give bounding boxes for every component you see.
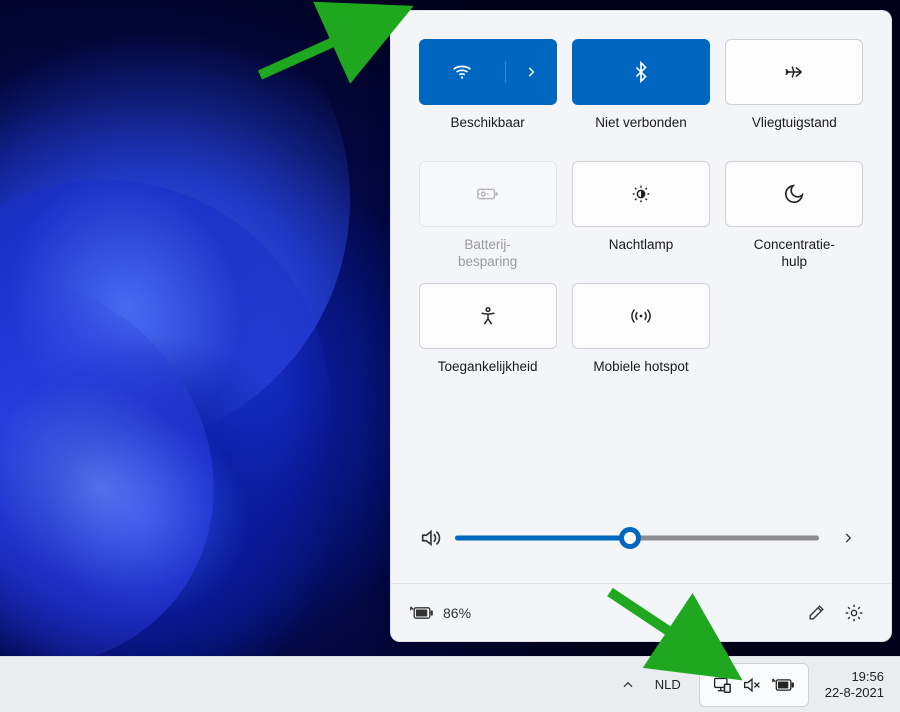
clock-date[interactable]: 19:56 22-8-2021 (817, 669, 888, 700)
bluetooth-icon (630, 61, 652, 83)
taskbar: NLD 19:56 (0, 656, 900, 712)
chevron-up-icon (621, 678, 635, 692)
accessibility-tile-label: Toegankelijkheid (438, 359, 538, 395)
quick-settings-footer: 86% (391, 583, 891, 641)
volume-output-button[interactable] (833, 523, 863, 553)
wifi-tile-label: Beschikbaar (451, 115, 525, 151)
battery-saver-tile[interactable] (419, 161, 557, 227)
pencil-icon (807, 603, 826, 622)
wifi-icon (451, 61, 473, 83)
network-icon (712, 676, 732, 694)
battery-status[interactable]: 86% (409, 604, 471, 622)
night-light-tile[interactable] (572, 161, 710, 227)
volume-icon[interactable] (419, 527, 441, 549)
airplane-mode-tile-label: Vliegtuigstand (752, 115, 837, 151)
bluetooth-tile-label: Niet verbonden (595, 115, 687, 151)
airplane-icon (783, 61, 805, 83)
tray-overflow-button[interactable] (613, 665, 643, 705)
volume-slider[interactable] (455, 526, 819, 550)
night-light-tile-label: Nachtlamp (609, 237, 674, 273)
volume-muted-icon (742, 676, 762, 694)
volume-row (391, 495, 891, 583)
clock-time: 19:56 (825, 669, 884, 685)
mobile-hotspot-tile-label: Mobiele hotspot (593, 359, 688, 395)
language-text: NLD (655, 677, 681, 692)
system-tray-pill[interactable] (699, 663, 809, 707)
chevron-right-icon (524, 65, 538, 79)
edit-quick-settings-button[interactable] (797, 594, 835, 632)
accessibility-icon (477, 305, 499, 327)
all-settings-button[interactable] (835, 594, 873, 632)
accessibility-tile[interactable] (419, 283, 557, 349)
battery-tray-icon (772, 677, 796, 693)
clock-date-text: 22-8-2021 (825, 685, 884, 701)
gear-icon (844, 603, 864, 623)
focus-assist-tile[interactable] (725, 161, 863, 227)
focus-assist-tile-label: Concentratie- hulp (754, 237, 835, 273)
focus-assist-icon (783, 183, 805, 205)
quick-settings-panel: Beschikbaar Niet verbonden (390, 10, 892, 642)
night-light-icon (630, 183, 652, 205)
battery-charging-icon (409, 604, 435, 622)
wifi-toggle[interactable] (420, 61, 506, 83)
battery-saver-icon (475, 183, 501, 205)
airplane-mode-tile[interactable] (725, 39, 863, 105)
battery-percent-text: 86% (443, 605, 471, 621)
battery-saver-tile-label: Batterij- besparing (458, 237, 517, 273)
bluetooth-tile[interactable] (572, 39, 710, 105)
hotspot-icon (629, 305, 653, 327)
wifi-expand-button[interactable] (506, 65, 556, 79)
language-indicator[interactable]: NLD (645, 665, 691, 705)
wifi-tile[interactable] (419, 39, 557, 105)
mobile-hotspot-tile[interactable] (572, 283, 710, 349)
quick-settings-tiles: Beschikbaar Niet verbonden (391, 11, 891, 403)
chevron-right-icon (841, 531, 855, 545)
